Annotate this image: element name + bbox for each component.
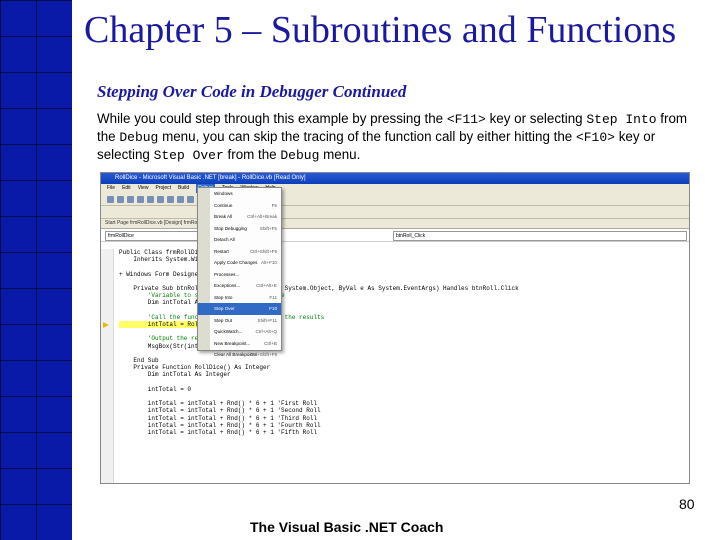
menu-project[interactable]: Project	[155, 184, 171, 193]
code-line: intTotal = 0	[119, 385, 192, 393]
debug-menu-item[interactable]: Stop Debugging Shift+F5	[198, 223, 281, 235]
ide-title-bar: RollDice - Microsoft Visual Basic .NET […	[101, 173, 689, 184]
debug-menu-item[interactable]: Exceptions... Ctrl+Alt+E	[198, 280, 281, 292]
footer-text: The Visual Basic .NET Coach	[250, 519, 444, 535]
debug-menu-item[interactable]: Step Into F11	[198, 292, 281, 304]
document-tabs[interactable]: Start Page frmRollDice.vb [Design] frmRo…	[101, 219, 689, 229]
debug-menu-item[interactable]: Clear All Breakpoints Ctrl+Shift+F9	[198, 349, 281, 361]
code-line: intTotal = intTotal + Rnd() * 6 + 1 'Fif…	[119, 429, 318, 437]
page-number: 80	[679, 496, 695, 512]
debug-menu-dropdown[interactable]: Windows Continue F5 Break All Ctrl+Alt+Break…	[197, 187, 282, 357]
debug-menu-item[interactable]: Apply Code Changes Alt+F10	[198, 257, 281, 269]
ide-screenshot: RollDice - Microsoft Visual Basic .NET […	[100, 172, 690, 484]
code-line: intTotal = intTotal + Rnd() * 6 + 1 'Fou…	[119, 421, 321, 429]
menu-build[interactable]: Build	[178, 184, 189, 193]
left-decor-bar	[0, 0, 72, 540]
code-line: intTotal = intTotal + Rnd() * 6 + 1 'Fir…	[119, 400, 318, 408]
ide-toolbar-secondary[interactable]	[101, 206, 689, 219]
debug-menu-item[interactable]: Continue F5	[198, 200, 281, 212]
debug-menu-item[interactable]: Processes...	[198, 269, 281, 281]
code-line: Dim intTotal As Integer	[119, 371, 231, 379]
code-line: Private Function RollDice() As Integer	[119, 364, 271, 372]
menu-file[interactable]: File	[107, 184, 115, 193]
breakpoint-gutter[interactable]	[101, 249, 114, 483]
debug-menu-item[interactable]: New Breakpoint... Ctrl+B	[198, 338, 281, 350]
debug-menu-item[interactable]: Windows	[198, 188, 281, 200]
body-paragraph: While you could step through this exampl…	[97, 111, 688, 163]
code-combos: frmRollDice btnRoll_Click	[101, 229, 689, 242]
code-line: intTotal = intTotal + Rnd() * 6 + 1 'Sec…	[119, 407, 321, 415]
debug-menu-item[interactable]: Restart Ctrl+Shift+F5	[198, 246, 281, 258]
ide-menu-bar[interactable]: FileEditViewProjectBuildDebugToolsWindow…	[101, 184, 689, 193]
slide-title: Chapter 5 – Subroutines and Functions	[84, 9, 677, 51]
debug-menu-item[interactable]: QuickWatch... Ctrl+Alt+Q	[198, 326, 281, 338]
menu-edit[interactable]: Edit	[122, 184, 131, 193]
code-line: intTotal = intTotal + Rnd() * 6 + 1 'Thi…	[119, 414, 318, 422]
debug-menu-item[interactable]: Detach All	[198, 234, 281, 246]
debug-menu-item[interactable]: Break All Ctrl+Alt+Break	[198, 211, 281, 223]
menu-view[interactable]: View	[138, 184, 149, 193]
code-editor[interactable]: Public Class frmRollDice Inherits System…	[101, 249, 689, 483]
ide-toolbar[interactable]	[101, 193, 689, 206]
event-combo[interactable]: btnRoll_Click	[393, 231, 687, 241]
slide-subtitle: Stepping Over Code in Debugger Continued	[97, 82, 407, 101]
current-line-arrow-icon	[103, 321, 109, 328]
debug-menu-item[interactable]: Step Over F10	[198, 303, 281, 315]
debug-menu-item[interactable]: Step Out Shift+F11	[198, 315, 281, 327]
